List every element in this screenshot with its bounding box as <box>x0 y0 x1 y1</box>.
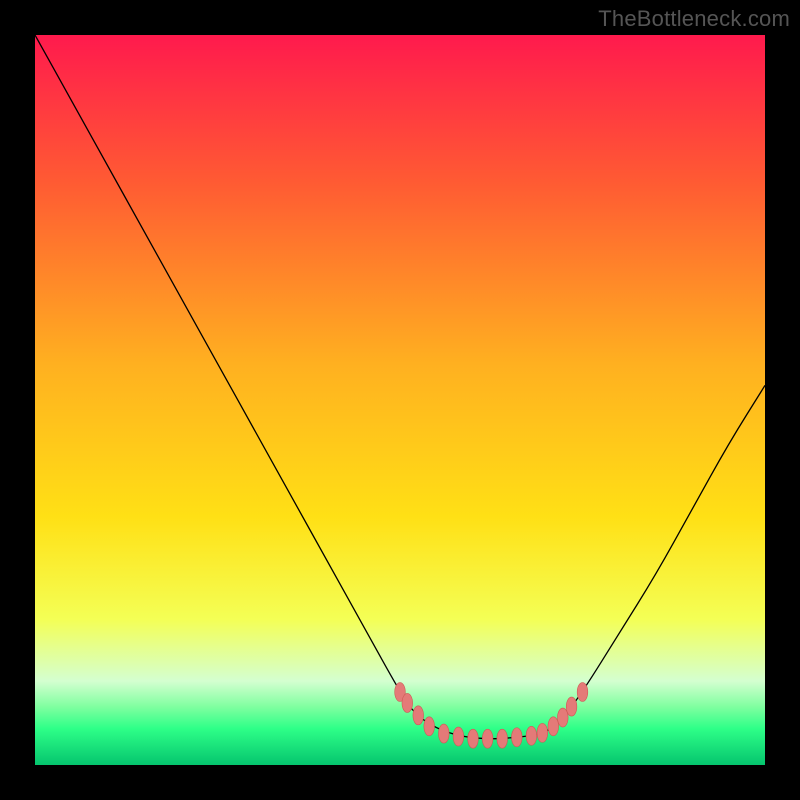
optimal-marker <box>512 728 523 747</box>
optimal-marker <box>402 693 413 712</box>
gradient-background <box>35 35 765 765</box>
optimal-marker <box>439 724 450 743</box>
chart-frame: TheBottleneck.com <box>0 0 800 800</box>
watermark-text: TheBottleneck.com <box>598 6 790 32</box>
optimal-marker <box>526 726 537 745</box>
optimal-marker <box>482 729 493 748</box>
optimal-marker <box>453 727 464 746</box>
optimal-marker <box>424 717 435 736</box>
chart-svg <box>35 35 765 765</box>
optimal-marker <box>413 706 424 725</box>
optimal-marker <box>497 729 508 748</box>
optimal-marker <box>548 717 559 736</box>
optimal-marker <box>537 723 548 742</box>
plot-area <box>35 35 765 765</box>
optimal-marker <box>566 697 577 716</box>
optimal-marker <box>468 729 479 748</box>
optimal-marker <box>577 683 588 702</box>
